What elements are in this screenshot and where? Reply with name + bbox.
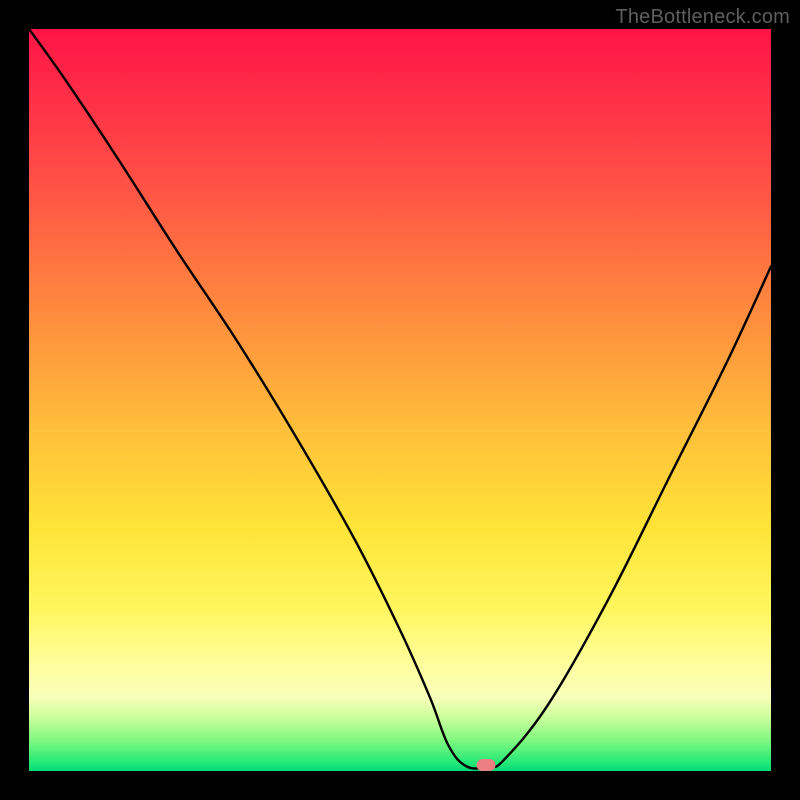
bottleneck-curve [29,29,771,769]
chart-frame: TheBottleneck.com [0,0,800,800]
optimum-marker [477,759,496,771]
watermark-text: TheBottleneck.com [615,6,790,29]
curve-layer [29,29,771,771]
plot-area [29,29,771,771]
